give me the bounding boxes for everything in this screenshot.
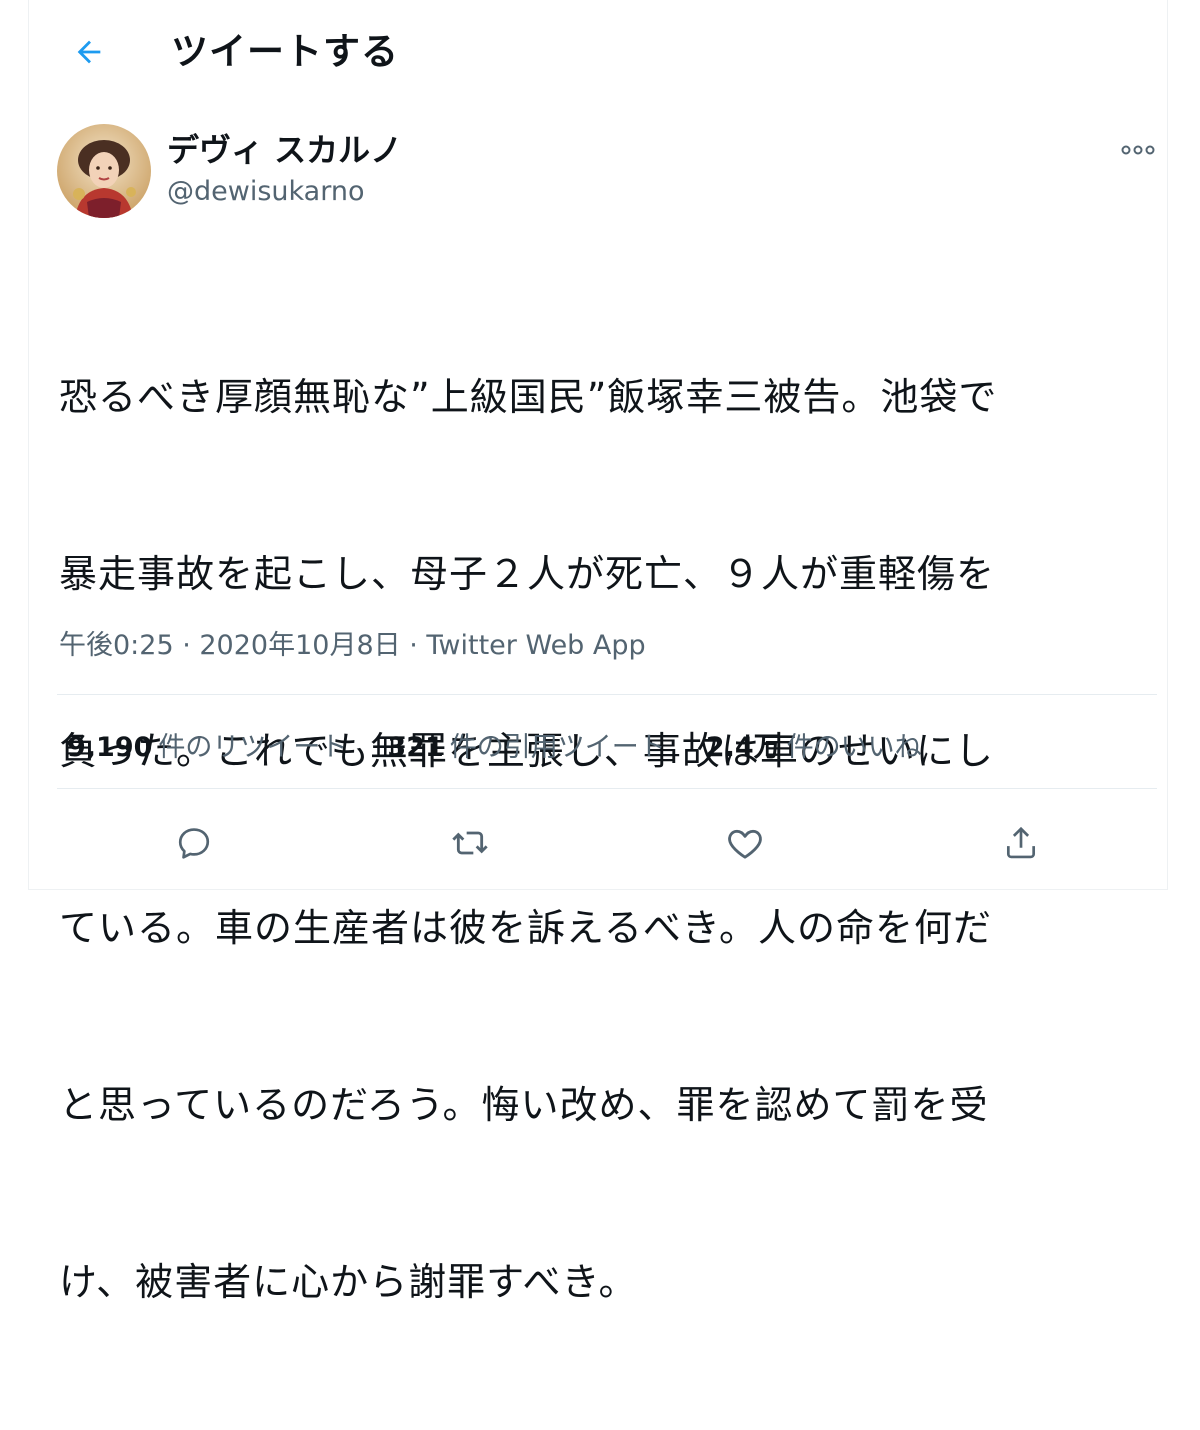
engagement-stats: 9,190 件のリツイート 321 件の引用ツイート 2.4万 件のいいね	[67, 725, 962, 765]
header: ツイートする	[29, 0, 1167, 104]
divider	[57, 694, 1157, 695]
quote-count[interactable]: 321 件の引用ツイート	[387, 725, 665, 764]
tweet-line: ている。車の生産者は彼を訴えるべき。人の命を何だ	[59, 906, 992, 950]
like-icon	[728, 829, 762, 859]
tweet-actions	[29, 815, 1167, 871]
page-title: ツイートする	[171, 30, 399, 73]
tweet-line: 恐るべき厚顔無恥な”上級国民”飯塚幸三被告。池袋で	[59, 375, 998, 419]
reply-icon	[178, 828, 210, 859]
arrow-left-icon	[77, 40, 101, 64]
quote-count-value: 321	[387, 732, 444, 763]
like-count-label: 件のいいね	[786, 732, 922, 763]
retweet-count[interactable]: 9,190 件のリツイート	[67, 725, 347, 764]
divider	[57, 788, 1157, 789]
retweet-button[interactable]	[442, 815, 498, 871]
share-button[interactable]	[993, 815, 1049, 871]
avatar[interactable]	[57, 124, 151, 218]
author-display-name[interactable]: デヴィ スカルノ	[167, 128, 402, 172]
author-handle[interactable]: @dewisukarno	[167, 174, 364, 210]
tweet-line: と思っているのだろう。悔い改め、罪を認めて罰を受	[59, 1083, 989, 1127]
retweet-icon	[452, 831, 488, 855]
back-button[interactable]	[67, 30, 111, 74]
quote-count-label: 件の引用ツイート	[449, 732, 666, 763]
like-button[interactable]	[717, 815, 773, 871]
share-icon	[1006, 826, 1036, 859]
more-options-button[interactable]	[1115, 134, 1161, 166]
retweet-count-value: 9,190	[67, 732, 153, 763]
like-count[interactable]: 2.4万 件のいいね	[706, 725, 922, 764]
avatar-image	[57, 124, 151, 218]
tweet-page: ツイートする デヴィ スカルノ @dewisukarno 恐るべき厚顔無恥な”上…	[28, 0, 1168, 1304]
tweet-line: け、被害者に心から謝罪すべき。	[59, 1260, 638, 1304]
more-horizontal-icon	[1121, 145, 1155, 155]
tweet-line: 暴走事故を起こし、母子２人が死亡、９人が重軽傷を	[59, 552, 996, 596]
like-count-value: 2.4万	[705, 732, 781, 763]
retweet-count-label: 件のリツイート	[158, 732, 348, 763]
tweet-timestamp[interactable]: 午後0:25 · 2020年10月8日 · Twitter Web App	[59, 627, 646, 665]
reply-button[interactable]	[166, 815, 222, 871]
